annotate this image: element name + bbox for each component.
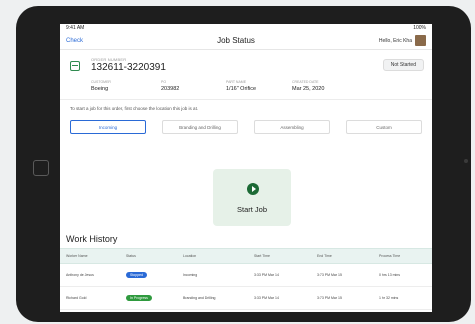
meta-value: Mar 25, 2020 (292, 86, 325, 92)
table-header: Worker Name Status Location Start Time E… (60, 248, 432, 264)
meta-label: PART NAME (226, 80, 247, 84)
column-header: Worker Name (66, 254, 88, 258)
location-cell: Branding and Drilling (183, 296, 216, 300)
location-assembling-button[interactable]: Assembling (254, 120, 330, 134)
meta-created-date: CREATED DATE Mar 25, 2020 (292, 80, 324, 92)
meta-label: CREATED DATE (292, 80, 319, 84)
order-number: 132611-3220391 (91, 62, 166, 73)
location-cell: Incoming (183, 273, 198, 277)
location-incoming-button[interactable]: Incoming (70, 120, 146, 134)
meta-value: 1/16" Orifice (226, 86, 257, 92)
column-header: Location (183, 254, 197, 258)
instruction-text: To start a job for this order, first cho… (70, 106, 199, 111)
status-bar: 9:41 AM 100% (60, 24, 432, 32)
end-time-cell: 3:73 PM Mar 15 (317, 296, 342, 300)
status-battery: 100% (413, 25, 426, 31)
avatar[interactable] (415, 35, 426, 46)
back-button[interactable]: Check (66, 38, 126, 44)
column-header: End Time (317, 254, 332, 258)
play-icon (247, 183, 259, 195)
meta-value: Boeing (91, 86, 109, 92)
process-time-cell: 0 hrs 13 mins (379, 273, 401, 277)
table-row[interactable]: Richard Gold In Progress Branding and Dr… (60, 287, 432, 310)
status-pill: Stopped (126, 272, 148, 278)
meta-part-name: PART NAME 1/16" Orifice (226, 80, 256, 92)
worker-name: Anthony de Jesus (66, 273, 94, 277)
end-time-cell: 3:73 PM Mar 15 (317, 273, 342, 277)
column-header: Status (126, 254, 136, 258)
status-cell: Stopped (120, 272, 177, 278)
status-badge: Not Started (382, 59, 424, 71)
camera-dot (464, 159, 468, 163)
app-screen: 9:41 AM 100% Check Job Status Hello, Eri… (60, 24, 432, 312)
nav-bar: Check Job Status Hello, Eric Kha (60, 32, 432, 50)
start-time-cell: 3:33 PM Mar 14 (254, 296, 279, 300)
worker-name: Richard Gold (66, 296, 87, 300)
work-history-table: Worker Name Status Location Start Time E… (60, 248, 432, 310)
meta-customer: CUSTOMER Boeing (91, 80, 111, 92)
status-time: 9:41 AM (66, 25, 85, 31)
column-header: Start Time (254, 254, 270, 258)
meta-value: 203982 (161, 86, 180, 92)
location-selector: Incoming Branding and Drilling Assemblin… (60, 111, 432, 134)
home-button[interactable] (33, 160, 49, 176)
status-cell: In Progress (120, 295, 177, 301)
table-row[interactable]: Anthony de Jesus Stopped Incoming 3:33 P… (60, 264, 432, 287)
user-greeting: Hello, Eric Kha (378, 37, 412, 44)
start-job-button[interactable]: Start Job (213, 169, 291, 226)
user-menu[interactable]: Hello, Eric Kha (346, 35, 426, 46)
start-time-cell: 3:33 PM Mar 14 (254, 273, 279, 277)
order-summary: ORDER NUMBER 132611-3220391 Not Started … (60, 50, 432, 100)
location-branding-button[interactable]: Branding and Drilling (162, 120, 238, 134)
start-job-label: Start Job (236, 205, 267, 214)
status-pill: In Progress (126, 295, 152, 301)
meta-po: PO 203982 (161, 80, 179, 92)
order-icon (70, 61, 80, 71)
page-title: Job Status (217, 36, 255, 45)
process-time-cell: 1 hr 32 mins (379, 296, 399, 300)
meta-label: CUSTOMER (91, 80, 111, 84)
column-header: Process Time (379, 254, 401, 258)
work-history-title: Work History (66, 234, 118, 244)
location-custom-button[interactable]: Custom (346, 120, 422, 134)
meta-label: PO (161, 80, 167, 84)
